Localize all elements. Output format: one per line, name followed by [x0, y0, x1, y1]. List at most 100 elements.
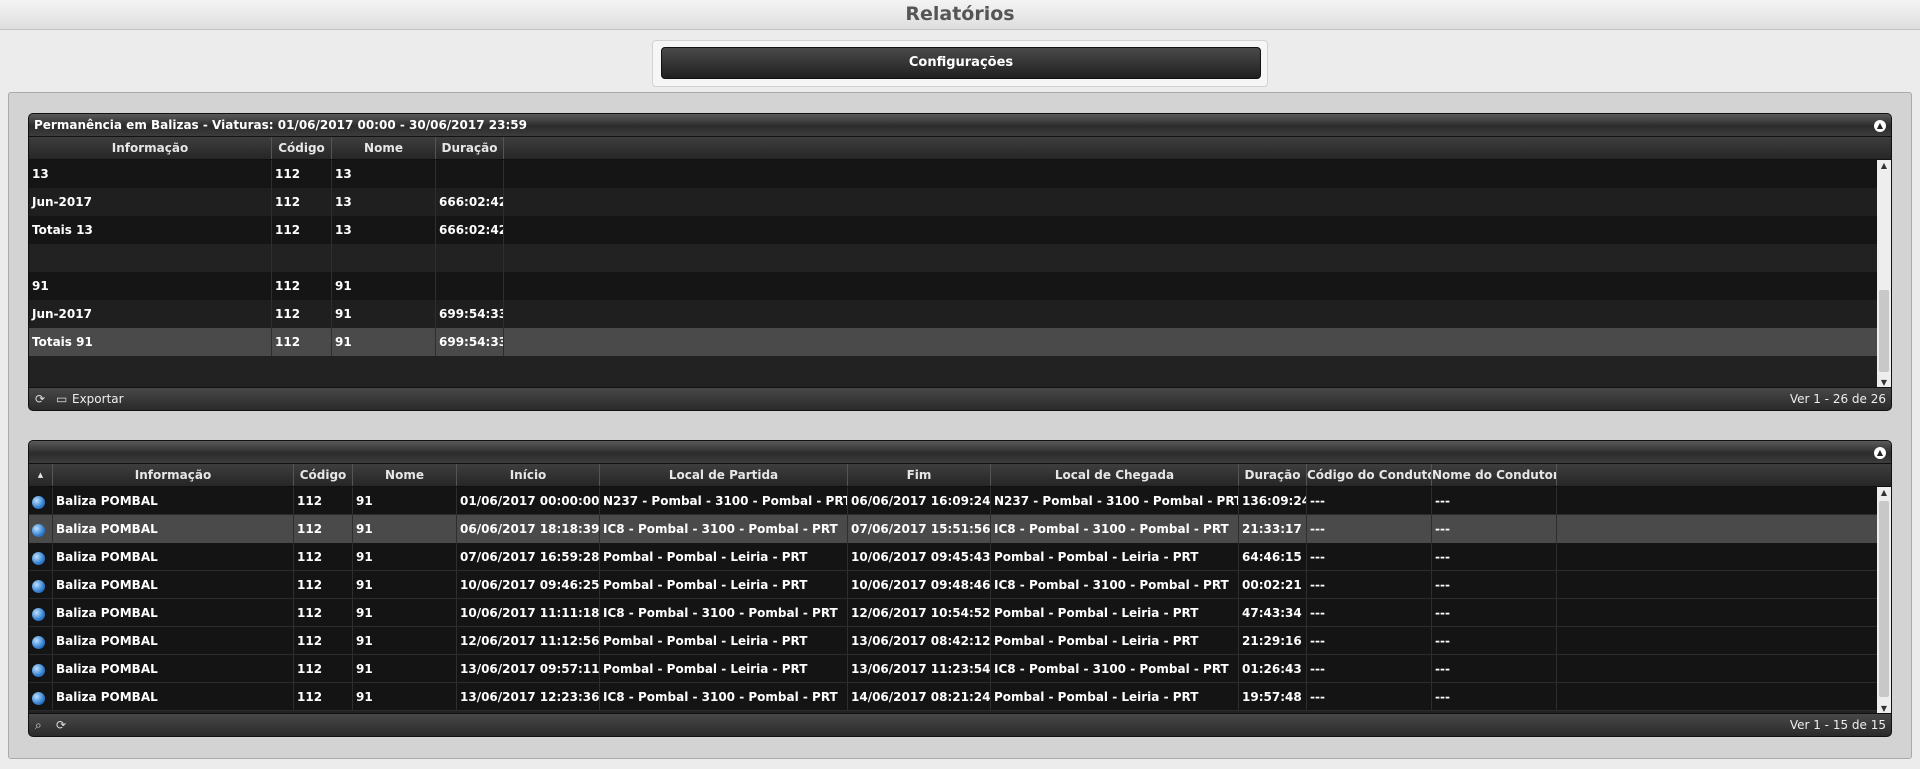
table-cell: 91 [353, 683, 457, 710]
export-button[interactable]: Exportar [72, 388, 124, 410]
table-row[interactable]: Totais 91 112 91 699:54:33 [29, 328, 1891, 356]
row-icon-cell [29, 683, 53, 710]
table-cell: 64:46:15 [1239, 543, 1307, 570]
table-cell: 112 [294, 515, 353, 543]
table-cell: --- [1307, 543, 1432, 570]
collapse-icon[interactable]: ▲ [1874, 120, 1886, 132]
table-cell: 21:29:16 [1239, 627, 1307, 654]
table-cell: 01:26:43 [1239, 655, 1307, 682]
table-cell: 06/06/2017 18:18:39 [457, 515, 600, 543]
table-row[interactable]: Baliza POMBAL 112 91 01/06/2017 00:00:00 N23… [29, 487, 1891, 515]
table-cell: 666:02:42 [436, 188, 504, 216]
table-cell: --- [1432, 599, 1557, 626]
table-cell: N237 - Pombal - 3100 - Pombal - PRT [991, 487, 1239, 514]
table-row[interactable]: Jun-2017 112 13 666:02:42 [29, 188, 1891, 216]
table-cell: IC8 - Pombal - 3100 - Pombal - PRT [600, 515, 848, 543]
table-cell: 112 [294, 655, 353, 682]
table-row[interactable]: Baliza POMBAL 112 91 10/06/2017 09:46:25 Pom… [29, 571, 1891, 599]
detail-grid: ▲ Informação Código Nome Início Local de Part… [29, 464, 1891, 715]
sort-icon[interactable]: ▲ [29, 464, 53, 486]
table-cell: Baliza POMBAL [53, 543, 294, 570]
table-row[interactable]: Baliza POMBAL 112 91 10/06/2017 11:11:18 IC8… [29, 599, 1891, 627]
column-header[interactable]: Informação [53, 464, 294, 486]
scroll-up-icon[interactable]: ▲ [1877, 160, 1891, 172]
table-cell: --- [1307, 683, 1432, 710]
table-row[interactable]: Baliza POMBAL 112 91 13/06/2017 09:57:11 Pom… [29, 655, 1891, 683]
table-cell: IC8 - Pombal - 3100 - Pombal - PRT [600, 683, 848, 710]
column-header[interactable]: Código [272, 137, 332, 159]
table-cell: 07/06/2017 16:59:28 [457, 543, 600, 570]
table-cell: Pombal - Pombal - Leiria - PRT [991, 599, 1239, 626]
table-row[interactable]: Jun-2017 112 91 699:54:33 [29, 300, 1891, 328]
column-header[interactable]: Nome [353, 464, 457, 486]
collapse-icon[interactable]: ▲ [1874, 447, 1886, 459]
table-row[interactable]: 91 112 91 [29, 272, 1891, 300]
column-header[interactable]: Nome do Condutor [1432, 464, 1557, 486]
table-cell [436, 160, 504, 188]
table-cell: 112 [272, 216, 332, 244]
row-icon-cell [29, 543, 53, 570]
column-header[interactable]: Código [294, 464, 353, 486]
detail-scrollbar[interactable]: ▲ ▼ [1877, 487, 1891, 715]
column-header[interactable]: Local de Chegada [991, 464, 1239, 486]
globe-icon[interactable] [32, 552, 45, 565]
table-cell: 91 [332, 272, 436, 300]
table-cell: Totais 13 [29, 216, 272, 244]
table-cell: --- [1432, 683, 1557, 710]
column-header[interactable]: Informação [29, 137, 272, 159]
column-header[interactable]: Duração [436, 137, 504, 159]
detail-pager: Ver 1 - 15 de 15 [1789, 718, 1886, 732]
globe-icon[interactable] [32, 580, 45, 593]
table-row[interactable]: Baliza POMBAL 112 91 12/06/2017 11:12:56 Pom… [29, 627, 1891, 655]
table-cell: 112 [294, 599, 353, 626]
globe-icon[interactable] [32, 692, 45, 705]
table-cell: --- [1432, 543, 1557, 570]
table-cell: Baliza POMBAL [53, 683, 294, 710]
refresh-icon[interactable]: ⟳ [56, 717, 66, 733]
table-cell [436, 244, 504, 272]
export-icon[interactable]: ▭ [56, 391, 67, 407]
summary-scrollbar[interactable]: ▲ ▼ [1877, 160, 1891, 389]
detail-panel-header: ▲ [29, 441, 1891, 464]
column-header[interactable]: Nome [332, 137, 436, 159]
scroll-thumb[interactable] [1879, 290, 1889, 372]
scroll-thumb[interactable] [1879, 501, 1889, 697]
table-row[interactable] [29, 244, 1891, 272]
table-cell: 13 [332, 160, 436, 188]
table-cell: 13 [332, 216, 436, 244]
table-cell: Pombal - Pombal - Leiria - PRT [991, 543, 1239, 570]
column-header[interactable]: Início [457, 464, 600, 486]
table-cell: 91 [353, 487, 457, 514]
table-row[interactable]: Baliza POMBAL 112 91 06/06/2017 18:18:39 IC8… [29, 515, 1891, 543]
table-cell: 10/06/2017 09:45:43 [848, 543, 991, 570]
table-cell [272, 244, 332, 272]
table-cell: 699:54:33 [436, 300, 504, 328]
globe-icon[interactable] [32, 524, 45, 537]
globe-icon[interactable] [32, 664, 45, 677]
scroll-up-icon[interactable]: ▲ [1877, 487, 1891, 499]
globe-icon[interactable] [32, 636, 45, 649]
table-cell: 112 [294, 571, 353, 598]
column-header[interactable]: Código do Condutor [1307, 464, 1432, 486]
row-icon-cell [29, 515, 53, 543]
table-cell: Pombal - Pombal - Leiria - PRT [600, 655, 848, 682]
table-cell: 699:54:33 [436, 328, 504, 356]
column-header[interactable]: Fim [848, 464, 991, 486]
globe-icon[interactable] [32, 608, 45, 621]
table-cell: 91 [353, 655, 457, 682]
table-row[interactable]: 13 112 13 [29, 160, 1891, 188]
column-header[interactable]: Duração [1239, 464, 1307, 486]
table-row[interactable]: Totais 13 112 13 666:02:42 [29, 216, 1891, 244]
globe-icon[interactable] [32, 496, 45, 509]
table-row[interactable]: Baliza POMBAL 112 91 13/06/2017 12:23:36 IC8… [29, 683, 1891, 711]
table-cell: 91 [332, 328, 436, 356]
column-header[interactable]: Local de Partida [600, 464, 848, 486]
configuracoes-button[interactable]: Configurações [661, 47, 1261, 79]
search-icon[interactable]: ⌕ [35, 717, 42, 733]
table-cell [436, 272, 504, 300]
table-row[interactable]: Baliza POMBAL 112 91 07/06/2017 16:59:28 Pom… [29, 543, 1891, 571]
refresh-icon[interactable]: ⟳ [35, 391, 45, 407]
table-cell: Baliza POMBAL [53, 599, 294, 626]
table-cell: 91 [332, 300, 436, 328]
table-cell: 01/06/2017 00:00:00 [457, 487, 600, 514]
